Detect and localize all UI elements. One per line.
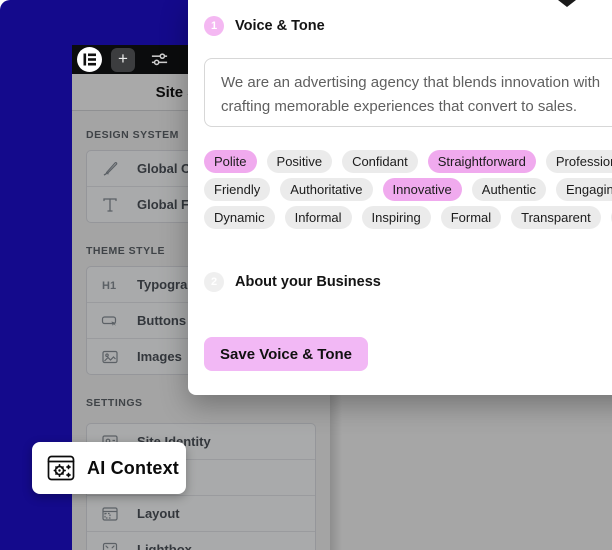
button-cursor-icon xyxy=(100,311,120,331)
tone-chip[interactable]: Polite xyxy=(204,150,257,173)
ai-context-modal: 1 Voice & Tone We are an advertising age… xyxy=(188,0,612,395)
app-root: + Site Settings DESIGN SYSTEM xyxy=(0,0,612,550)
image-icon xyxy=(100,347,120,367)
tone-chip-row: Polite Positive Confidant Straightforward Pr… xyxy=(204,150,612,173)
sidebar-item-layout[interactable]: Layout xyxy=(87,496,315,532)
tone-chip[interactable]: Engaging xyxy=(556,178,612,201)
brush-icon xyxy=(100,159,120,179)
tone-chip[interactable]: Formal xyxy=(441,206,501,229)
tone-chip[interactable]: Friendly xyxy=(204,178,270,201)
settings-sliders-icon[interactable] xyxy=(150,50,169,69)
tone-chip[interactable]: Transparent xyxy=(511,206,601,229)
ai-context-badge[interactable]: AI Context xyxy=(32,442,186,494)
textarea-line: We are an advertising agency that blends… xyxy=(221,71,612,95)
tone-chip-group: Polite Positive Confidant Straightforward Pr… xyxy=(204,150,612,229)
tone-chip[interactable]: Positive xyxy=(267,150,333,173)
step1-title: Voice & Tone xyxy=(235,18,325,34)
save-voice-tone-button[interactable]: Save Voice & Tone xyxy=(204,337,368,371)
tone-chip[interactable]: Innovative xyxy=(383,178,462,201)
step1-header: 1 Voice & Tone xyxy=(204,16,612,36)
sidebar-item-label: Lightbox xyxy=(137,542,192,550)
sidebar-item-lightbox[interactable]: Lightbox xyxy=(87,532,315,550)
tone-chip[interactable]: Informal xyxy=(285,206,352,229)
sidebar-item-label: Buttons xyxy=(137,313,186,328)
tone-chip-row: Dynamic Informal Inspiring Formal Transparen… xyxy=(204,206,612,229)
tone-chip[interactable]: Inspiring xyxy=(362,206,431,229)
step2-title: About your Business xyxy=(235,274,381,290)
section-label-settings: SETTINGS xyxy=(86,397,316,409)
ai-context-label: AI Context xyxy=(87,458,179,479)
lightbox-icon xyxy=(100,540,120,550)
font-icon xyxy=(100,195,120,215)
tone-chip[interactable]: Straightforward xyxy=(428,150,536,173)
tone-chip[interactable]: Confidant xyxy=(342,150,418,173)
tone-chip[interactable]: Dynamic xyxy=(204,206,275,229)
tone-chip-row: Friendly Authoritative Innovative Authentic… xyxy=(204,178,612,201)
sidebar-item-label: Images xyxy=(137,349,182,364)
sidebar-item-label: Layout xyxy=(137,506,180,521)
tone-chip[interactable]: Authentic xyxy=(472,178,546,201)
elementor-logo-button[interactable] xyxy=(77,47,102,72)
voice-tone-textarea[interactable]: We are an advertising agency that blends… xyxy=(204,58,612,127)
tone-chip[interactable]: Professional xyxy=(546,150,612,173)
elementor-logo-icon xyxy=(83,53,96,66)
tone-chip[interactable]: Authoritative xyxy=(280,178,372,201)
svg-text:H1: H1 xyxy=(102,280,116,292)
layout-icon xyxy=(100,504,120,524)
step1-number-badge: 1 xyxy=(204,16,224,36)
cursor-artifact xyxy=(556,0,578,9)
ai-context-gear-window-icon xyxy=(46,453,76,483)
h1-icon: H1 xyxy=(100,275,120,295)
step2-header[interactable]: 2 About your Business xyxy=(204,272,612,292)
step2-number-badge: 2 xyxy=(204,272,224,292)
textarea-line: crafting memorable experiences that conv… xyxy=(221,95,612,119)
add-element-button[interactable]: + xyxy=(111,48,135,72)
